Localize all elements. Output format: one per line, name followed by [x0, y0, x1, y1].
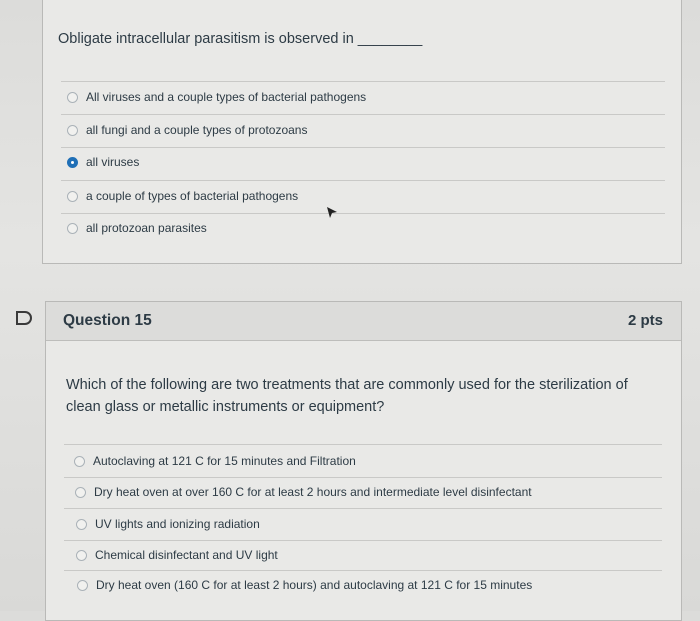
radio-button-selected[interactable] [67, 156, 78, 168]
radio-button[interactable] [67, 124, 78, 136]
question-15-card: Question 15 2 pts Which of the following… [45, 301, 682, 621]
option-label: all fungi and a couple types of protozoa… [86, 123, 308, 137]
question-points: 2 pts [627, 312, 663, 329]
question-14-text: Obligate intracellular parasitism is obs… [58, 31, 423, 47]
divider [64, 508, 662, 509]
bookmark-flag-icon[interactable] [16, 311, 32, 325]
question-15-text: Which of the following are two treatment… [66, 377, 628, 415]
radio-button[interactable] [77, 579, 88, 591]
q15-option-4[interactable]: Chemical disinfectant and UV light [76, 548, 278, 562]
mouse-pointer-icon [327, 207, 337, 218]
q15-option-3[interactable]: UV lights and ionizing radiation [76, 517, 260, 531]
option-label: Chemical disinfectant and UV light [95, 548, 278, 562]
q14-option-3[interactable]: all viruses [67, 155, 139, 169]
divider [61, 213, 665, 214]
q14-option-1[interactable]: All viruses and a couple types of bacter… [67, 90, 366, 104]
option-label: UV lights and ionizing radiation [95, 517, 260, 531]
radio-button[interactable] [76, 549, 87, 561]
option-label: all protozoan parasites [86, 221, 207, 235]
radio-button[interactable] [75, 486, 86, 498]
q14-option-2[interactable]: all fungi and a couple types of protozoa… [67, 123, 307, 137]
question-title: Question 15 [63, 312, 152, 329]
divider [64, 540, 662, 541]
radio-button[interactable] [76, 518, 87, 530]
q15-option-5[interactable]: Dry heat oven (160 C for at least 2 hour… [77, 578, 532, 592]
option-label: Dry heat oven at over 160 C for at least… [94, 485, 532, 499]
option-label: a couple of types of bacterial pathogens [86, 189, 299, 203]
divider [61, 114, 665, 115]
option-label: All viruses and a couple types of bacter… [86, 90, 367, 104]
option-label: Dry heat oven (160 C for at least 2 hour… [96, 578, 533, 592]
question-14-card: Obligate intracellular parasitism is obs… [42, 0, 682, 264]
option-label: all viruses [86, 155, 140, 169]
question-header: Question 15 2 pts [46, 302, 681, 341]
divider [64, 444, 662, 445]
q15-option-2[interactable]: Dry heat oven at over 160 C for at least… [75, 485, 532, 499]
divider [64, 477, 662, 478]
divider [61, 81, 665, 82]
radio-button[interactable] [67, 222, 78, 234]
radio-button[interactable] [74, 455, 85, 467]
radio-button[interactable] [67, 91, 78, 103]
divider [64, 570, 662, 571]
q15-option-1[interactable]: Autoclaving at 121 C for 15 minutes and … [74, 454, 356, 468]
q14-option-5[interactable]: all protozoan parasites [67, 221, 207, 235]
divider [61, 180, 665, 181]
q14-option-4[interactable]: a couple of types of bacterial pathogens [67, 189, 298, 203]
divider [61, 147, 665, 148]
radio-button[interactable] [67, 190, 78, 202]
option-label: Autoclaving at 121 C for 15 minutes and … [93, 454, 356, 468]
